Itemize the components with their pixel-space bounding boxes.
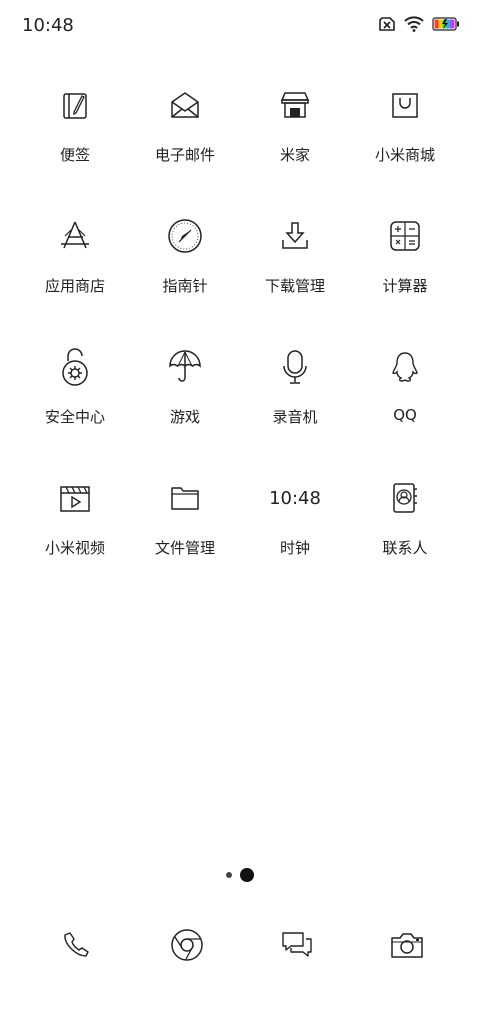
app-games[interactable]: 游戏	[130, 342, 240, 452]
compass-icon	[165, 216, 205, 256]
page-dot-1[interactable]	[226, 872, 232, 878]
app-file-manager[interactable]: 文件管理	[130, 473, 240, 583]
app-clock[interactable]: 10:48 时钟	[240, 473, 350, 583]
security-lock-icon	[55, 347, 95, 387]
app-mi-video[interactable]: 小米视频	[20, 473, 130, 583]
app-label: 计算器	[382, 277, 428, 295]
phone-icon	[62, 930, 92, 964]
no-sim-icon	[378, 16, 396, 32]
dock-phone[interactable]	[55, 925, 99, 969]
app-app-store[interactable]: 应用商店	[20, 211, 130, 321]
app-label: 指南针	[162, 277, 208, 295]
app-label: 米家	[279, 146, 310, 164]
dock-messages[interactable]	[275, 925, 319, 969]
app-calculator[interactable]: 计算器	[350, 211, 460, 321]
app-label: 小米视频	[44, 539, 105, 557]
app-mi-store[interactable]: 小米商城	[350, 80, 460, 190]
app-contacts[interactable]: 联系人	[350, 473, 460, 583]
app-email[interactable]: 电子邮件	[130, 80, 240, 190]
app-compass[interactable]: 指南针	[130, 211, 240, 321]
app-label: 应用商店	[44, 277, 105, 295]
app-label: 电子邮件	[154, 146, 215, 164]
app-label: 文件管理	[154, 539, 215, 557]
app-label: 录音机	[272, 408, 318, 426]
app-notes[interactable]: 便签	[20, 80, 130, 190]
download-icon	[275, 216, 315, 256]
status-icons	[378, 16, 460, 32]
status-time: 10:48	[22, 15, 74, 36]
dock-browser[interactable]	[165, 925, 209, 969]
store-icon	[275, 85, 315, 125]
app-label: 联系人	[382, 539, 428, 557]
folder-icon	[165, 478, 205, 518]
dock-camera[interactable]	[385, 925, 429, 969]
app-label: 游戏	[169, 408, 200, 426]
app-label: 安全中心	[44, 408, 105, 426]
app-label: 小米商城	[374, 146, 435, 164]
clock-text-icon: 10:48	[269, 478, 321, 518]
wifi-icon	[404, 16, 424, 32]
app-security[interactable]: 安全中心	[20, 342, 130, 452]
umbrella-icon	[165, 347, 205, 387]
calculator-icon	[385, 216, 425, 256]
browser-icon	[170, 928, 204, 966]
messages-icon	[280, 930, 314, 964]
video-clapper-icon	[55, 478, 95, 518]
battery-charging-icon	[432, 17, 460, 31]
camera-icon	[390, 930, 424, 964]
app-label: 便签	[59, 146, 90, 164]
microphone-icon	[275, 347, 315, 387]
page-indicator	[0, 868, 480, 882]
shopping-bag-icon	[385, 85, 425, 125]
app-label: QQ	[393, 406, 417, 424]
penguin-icon	[385, 347, 425, 387]
app-mijia[interactable]: 米家	[240, 80, 350, 190]
mail-icon	[165, 85, 205, 125]
app-label: 下载管理	[264, 277, 325, 295]
app-recorder[interactable]: 录音机	[240, 342, 350, 452]
page-dot-2-active[interactable]	[240, 868, 254, 882]
contacts-icon	[385, 478, 425, 518]
notes-icon	[55, 85, 95, 125]
app-downloads[interactable]: 下载管理	[240, 211, 350, 321]
app-store-icon	[55, 216, 95, 256]
status-bar: 10:48	[0, 0, 480, 52]
dock	[20, 925, 460, 969]
app-qq[interactable]: QQ	[350, 342, 460, 452]
app-label: 时钟	[279, 539, 310, 557]
clock-display: 10:48	[269, 487, 321, 509]
